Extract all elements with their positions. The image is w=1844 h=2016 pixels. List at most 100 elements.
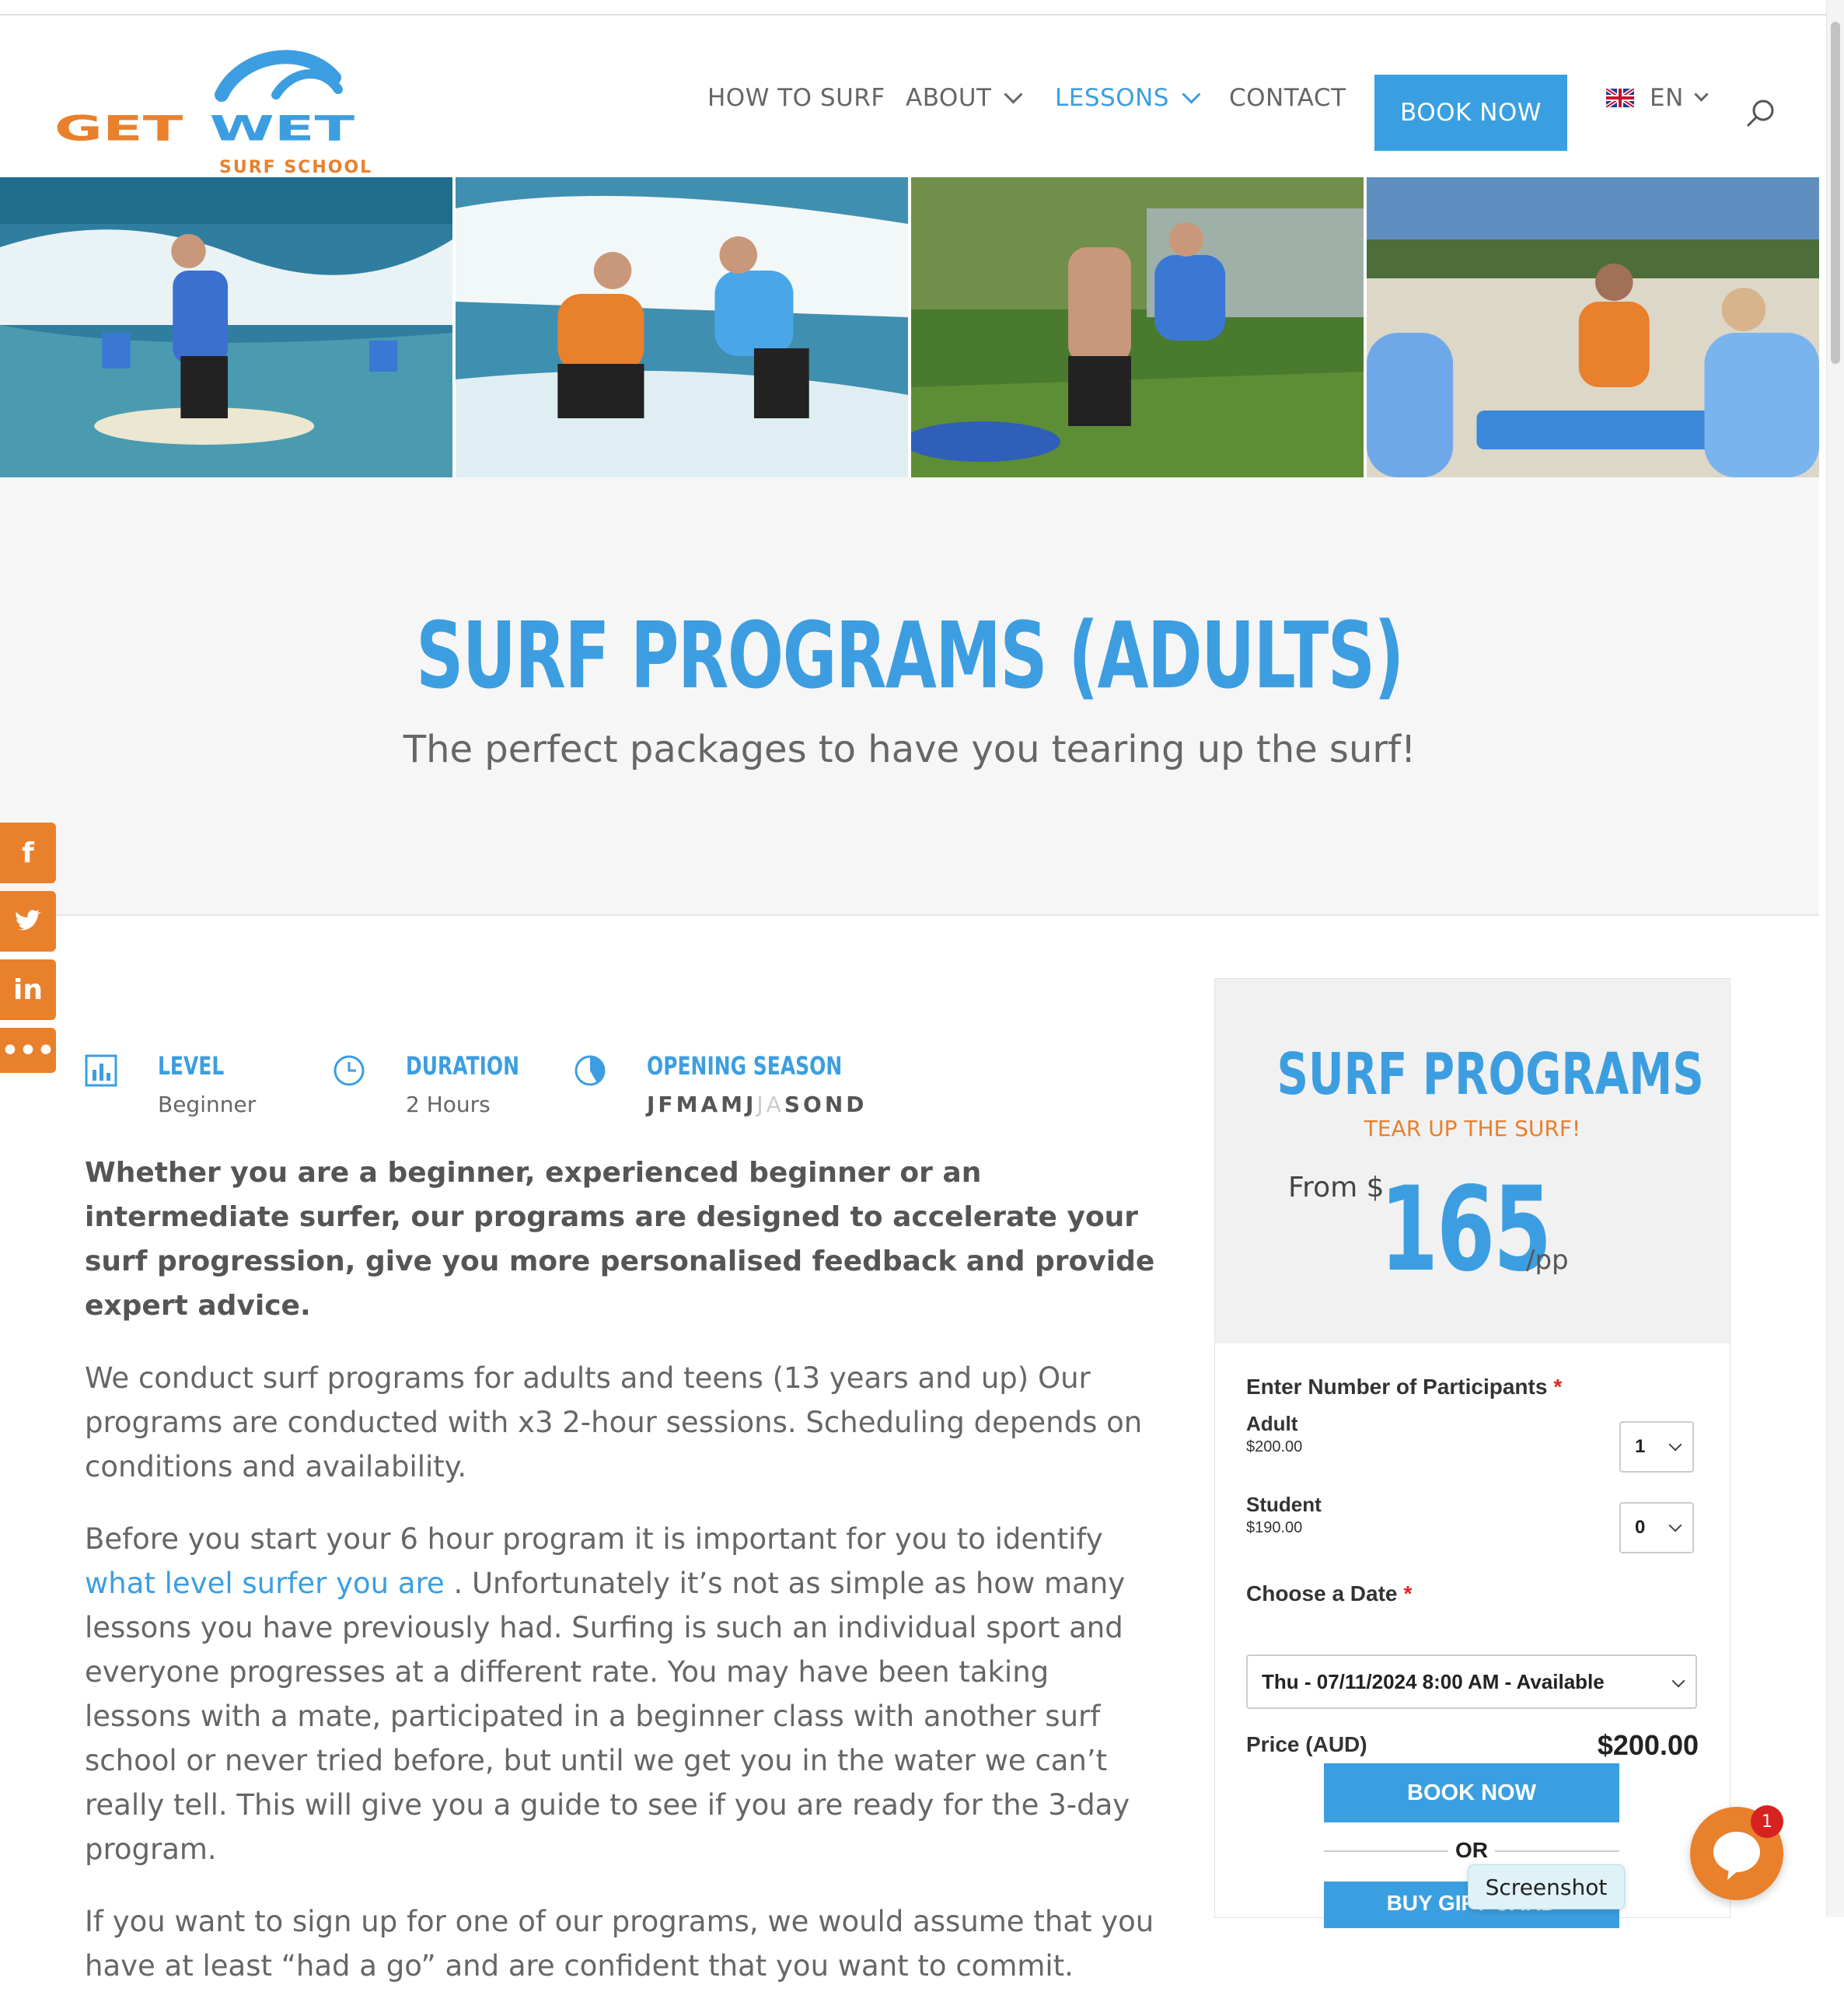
scrollbar-thumb[interactable]: [1831, 22, 1840, 364]
level-label: LEVEL: [158, 1051, 225, 1081]
main-content: Whether you are a beginner, experienced …: [85, 1151, 1158, 2016]
facebook-share-button[interactable]: f: [0, 823, 56, 883]
language-label: EN: [1650, 84, 1684, 112]
facebook-icon: f: [22, 837, 34, 869]
more-icon: •••: [1, 1034, 55, 1067]
season-month: O: [803, 1092, 825, 1117]
price-total: $200.00: [1597, 1729, 1699, 1761]
season-month: J: [756, 1092, 767, 1117]
nav-lessons[interactable]: LESSONS: [1055, 58, 1201, 138]
logo-wet-text: WET: [210, 108, 355, 148]
required-marker: *: [1553, 1375, 1563, 1399]
duration-value: 2 Hours: [406, 1092, 491, 1117]
logo-get-text: GET: [54, 108, 183, 148]
price-label: Price (AUD): [1246, 1732, 1367, 1756]
bar-chart-icon: [85, 1054, 117, 1087]
scrollbar[interactable]: [1826, 0, 1844, 1917]
season-month: A: [700, 1092, 721, 1117]
nav-contact-label: CONTACT: [1229, 84, 1346, 112]
site-header: GET WET SURF SCHOOL HOW TO SURF ABOUT LE…: [0, 16, 1819, 177]
card-tagline: TEAR UP THE SURF!: [1364, 1116, 1581, 1141]
nav-contact[interactable]: CONTACT: [1229, 58, 1346, 138]
adult-quantity-value: 1: [1635, 1436, 1646, 1457]
season-month: J: [647, 1092, 658, 1117]
price-amount: 165: [1380, 1162, 1552, 1298]
date-label: Choose a Date *: [1246, 1581, 1412, 1606]
lead-paragraph: Whether you are a beginner, experienced …: [85, 1157, 1155, 1322]
hero-section: SURF PROGRAMS (ADULTS) The perfect packa…: [0, 477, 1819, 916]
season-months: JFMAMJJASOND: [647, 1092, 868, 1117]
paragraph-2: Before you start your 6 hour program it …: [85, 1517, 1158, 1871]
date-label-text: Choose a Date: [1246, 1581, 1398, 1605]
browser-top-border: [0, 0, 1827, 16]
chevron-down-icon: [1671, 1674, 1685, 1688]
season-month: M: [676, 1092, 701, 1117]
pie-chart-icon: [575, 1055, 606, 1086]
student-quantity-value: 0: [1635, 1517, 1646, 1538]
season-month: M: [721, 1092, 746, 1117]
language-switcher[interactable]: EN: [1606, 58, 1709, 138]
or-label: OR: [1448, 1838, 1495, 1863]
page-subtitle: The perfect packages to have you tearing…: [403, 728, 1416, 771]
date-select-value: Thu - 07/11/2024 8:00 AM - Available: [1262, 1669, 1605, 1693]
uk-flag-icon: [1606, 89, 1634, 107]
getwet-logo[interactable]: GET WET SURF SCHOOL: [54, 47, 412, 179]
logo-subtext: SURF SCHOOL: [219, 158, 372, 177]
adult-quantity-select[interactable]: 1: [1619, 1421, 1694, 1473]
booking-card-header: SURF PROGRAMS TEAR UP THE SURF! From $ 1…: [1214, 978, 1730, 1345]
nav-about[interactable]: ABOUT: [906, 58, 1023, 138]
surf-photo-4: [1367, 177, 1819, 477]
participants-label-text: Enter Number of Participants: [1246, 1375, 1548, 1399]
chevron-down-icon: [1694, 86, 1709, 102]
paragraph-2-after: . Unfortunately it’s not as simple as ho…: [85, 1567, 1130, 1866]
season-month: S: [784, 1092, 803, 1117]
student-label: Student: [1246, 1493, 1322, 1516]
date-select[interactable]: Thu - 07/11/2024 8:00 AM - Available: [1246, 1654, 1697, 1709]
nav-lessons-label: LESSONS: [1055, 84, 1169, 112]
page-title: SURF PROGRAMS (ADULTS): [416, 602, 1404, 709]
level-value: Beginner: [158, 1092, 257, 1117]
surf-photo-2: [456, 177, 908, 477]
book-now-button[interactable]: BOOK NOW: [1324, 1763, 1619, 1822]
search-icon[interactable]: [1744, 98, 1776, 129]
surf-photo-1: [0, 177, 452, 477]
adult-label: Adult: [1246, 1412, 1298, 1435]
adult-price: $200.00: [1246, 1438, 1303, 1455]
season-month: D: [846, 1092, 868, 1117]
twitter-share-button[interactable]: [0, 891, 56, 952]
nav-how-to-surf[interactable]: HOW TO SURF: [707, 58, 885, 138]
linkedin-icon: in: [13, 973, 43, 1006]
linkedin-share-button[interactable]: in: [0, 959, 56, 1020]
surf-photo-3: [911, 177, 1364, 477]
more-share-button[interactable]: •••: [0, 1028, 56, 1073]
duration-label: DURATION: [406, 1051, 520, 1081]
paragraph-3: If you want to sign up for one of our pr…: [85, 1905, 1154, 1983]
paragraph-2-before: Before you start your 6 hour program it …: [85, 1522, 1103, 1556]
chevron-down-icon: [1668, 1518, 1682, 1532]
chat-notification-badge: 1: [1751, 1805, 1783, 1838]
social-share-bar: f in •••: [0, 823, 56, 1081]
season-month: N: [824, 1092, 847, 1117]
price-unit: /pp: [1526, 1245, 1569, 1276]
screenshot-tooltip: Screenshot: [1468, 1864, 1625, 1909]
booking-form: Enter Number of Participants * Adult $200…: [1214, 1343, 1730, 1928]
nav-how-to-surf-label: HOW TO SURF: [707, 84, 885, 112]
twitter-icon: [16, 910, 41, 931]
book-now-nav-button[interactable]: BOOK NOW: [1374, 75, 1567, 151]
card-title: SURF PROGRAMS: [1276, 1041, 1704, 1108]
surfer-level-link[interactable]: what level surfer you are: [85, 1567, 445, 1600]
chevron-down-icon: [1668, 1438, 1682, 1452]
required-marker: *: [1403, 1581, 1413, 1605]
participants-label: Enter Number of Participants *: [1246, 1375, 1562, 1399]
paragraph-1: We conduct surf programs for adults and …: [85, 1361, 1143, 1483]
student-price: $190.00: [1246, 1519, 1303, 1536]
season-label: OPENING SEASON: [647, 1051, 843, 1081]
student-quantity-select[interactable]: 0: [1619, 1502, 1694, 1553]
chevron-down-icon: [1004, 84, 1023, 104]
season-month: A: [766, 1092, 784, 1117]
season-month: F: [658, 1092, 676, 1117]
from-label: From $: [1288, 1172, 1385, 1204]
clock-icon: [334, 1055, 365, 1086]
season-month: J: [745, 1092, 757, 1117]
nav-about-label: ABOUT: [906, 84, 992, 112]
